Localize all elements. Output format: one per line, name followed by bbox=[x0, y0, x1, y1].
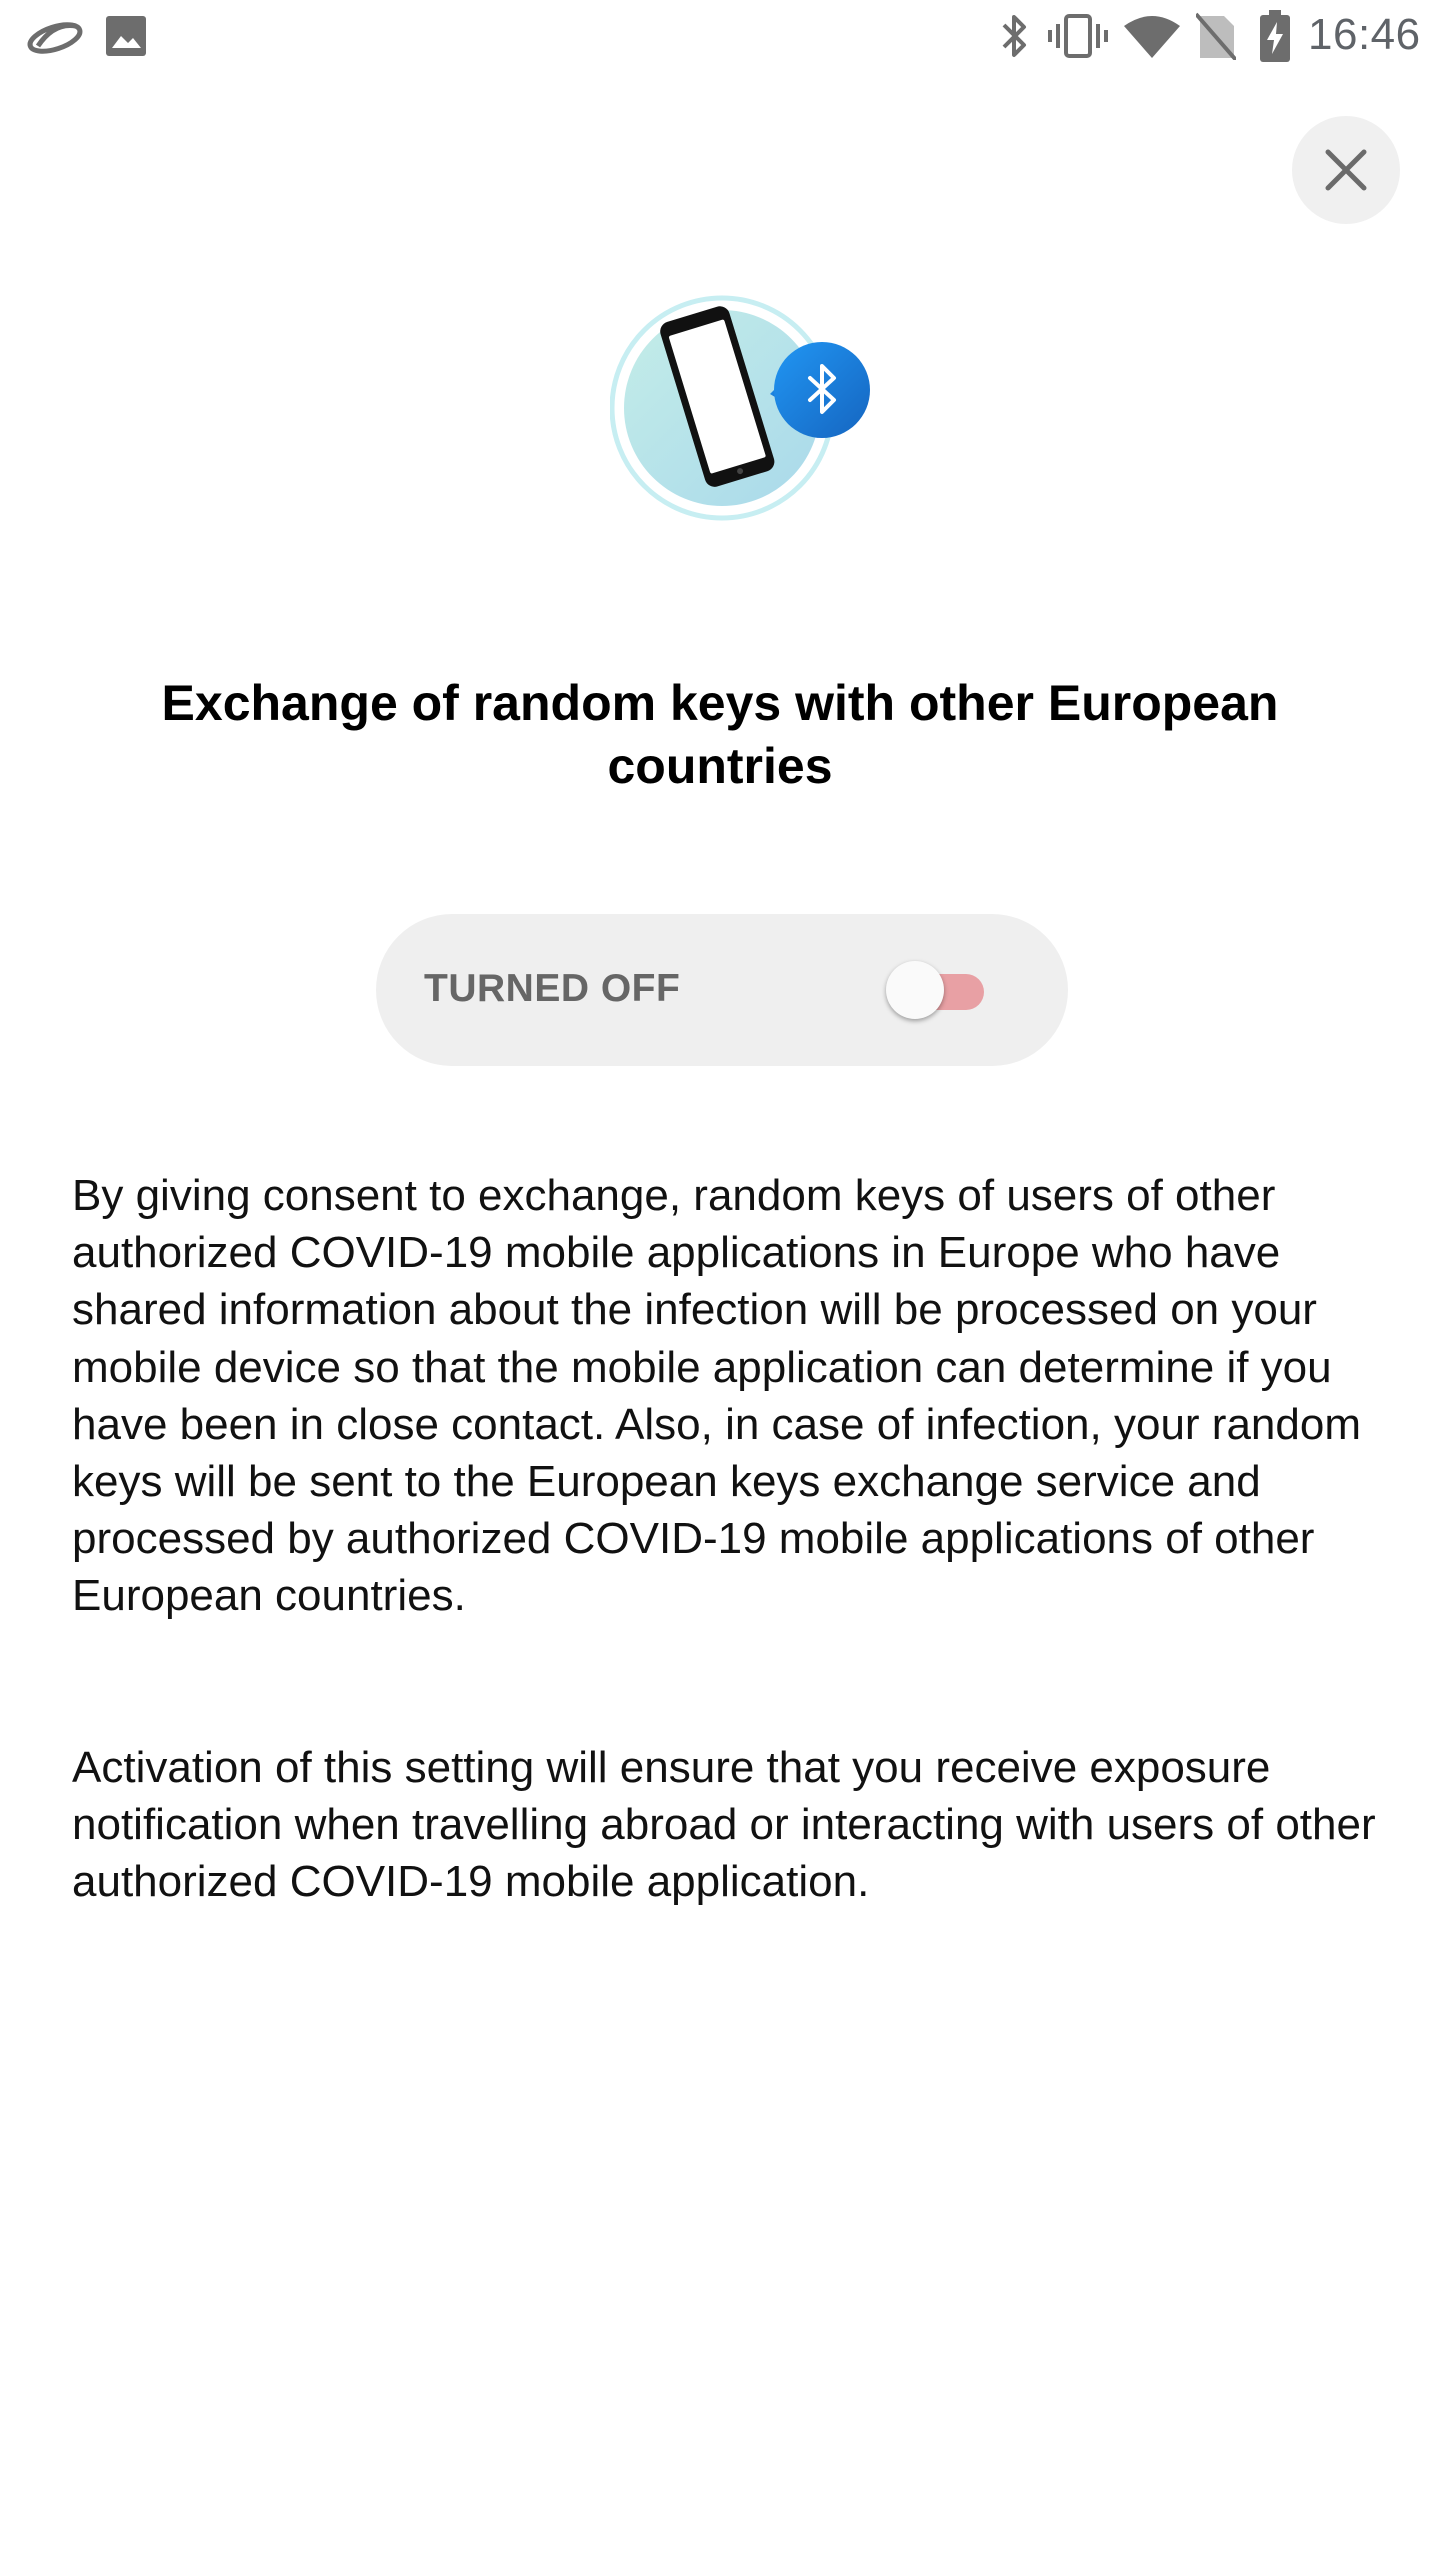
page-title: Exchange of random keys with other Europ… bbox=[161, 675, 1279, 794]
close-icon bbox=[1325, 149, 1367, 191]
status-bar: 16:46 bbox=[0, 0, 1440, 72]
app-notification-icon bbox=[27, 22, 83, 54]
bluetooth-icon bbox=[1002, 15, 1026, 57]
image-icon bbox=[106, 16, 146, 56]
exchange-toggle-switch[interactable] bbox=[886, 958, 996, 1022]
consent-description: By giving consent to exchange, random ke… bbox=[72, 1171, 1361, 1621]
vibrate-icon bbox=[1048, 14, 1108, 58]
activation-description: Activation of this setting will ensure t… bbox=[72, 1743, 1376, 1907]
phone-bluetooth-icon bbox=[610, 295, 870, 521]
exchange-toggle-card[interactable]: TURNED OFF bbox=[376, 914, 1068, 1066]
battery-charging-icon bbox=[1260, 10, 1290, 62]
toggle-status-label: TURNED OFF bbox=[424, 967, 681, 1010]
toggle-thumb bbox=[886, 961, 944, 1019]
status-time: 16:46 bbox=[1308, 10, 1421, 59]
no-sim-icon bbox=[1196, 12, 1236, 60]
wifi-icon bbox=[1124, 16, 1180, 58]
close-button[interactable] bbox=[1292, 116, 1400, 224]
